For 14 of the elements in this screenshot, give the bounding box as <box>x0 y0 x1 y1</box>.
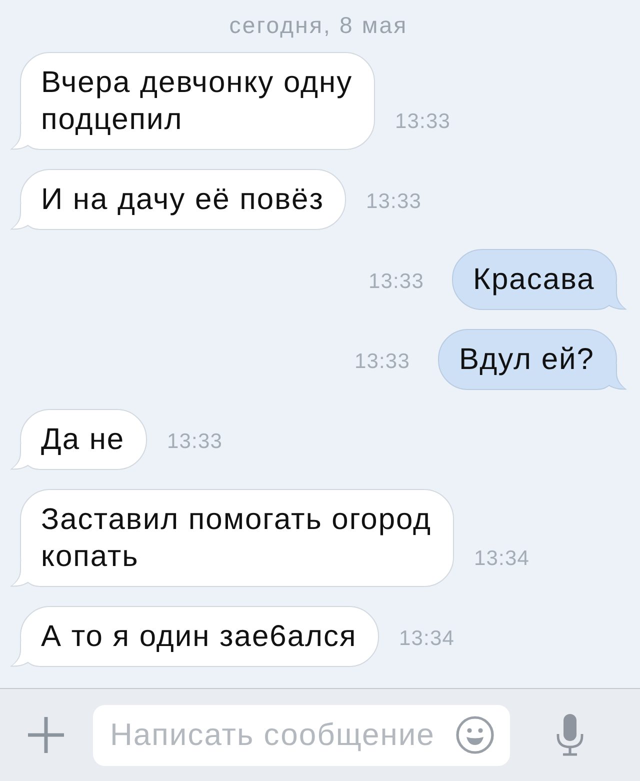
message-time: 13:33 <box>354 350 410 374</box>
message-time: 13:33 <box>368 270 424 294</box>
message-time: 13:34 <box>399 627 455 651</box>
message-time: 13:33 <box>366 190 422 214</box>
date-header: сегодня, 8 мая <box>229 13 408 37</box>
message-time: 13:33 <box>167 430 223 454</box>
microphone-icon <box>555 714 585 756</box>
smiley-icon[interactable] <box>456 716 494 754</box>
message-input-field[interactable]: Написать сообщение <box>93 704 510 766</box>
message-time: 13:33 <box>395 110 451 134</box>
attach-button[interactable] <box>28 717 64 753</box>
message-time: 13:34 <box>474 547 530 571</box>
voice-button[interactable] <box>555 714 585 756</box>
plus-icon <box>28 717 64 753</box>
